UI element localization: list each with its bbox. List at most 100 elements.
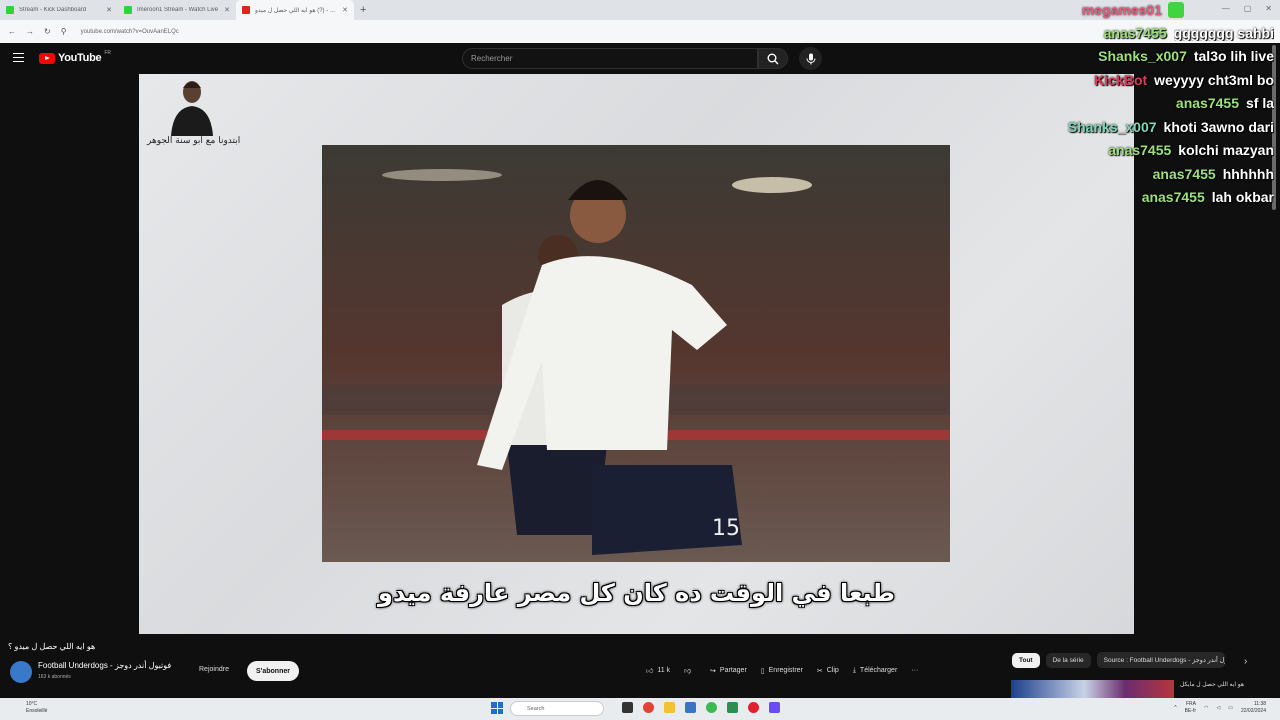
battery-icon[interactable]: ▭	[1228, 705, 1233, 711]
minimize-icon[interactable]: —	[1222, 4, 1230, 13]
subscribe-button[interactable]: S'abonner	[247, 661, 299, 681]
chat-username: megames01	[1081, 2, 1162, 18]
browser-tab[interactable]: Stream - Kick Dashboard ✕	[0, 0, 118, 20]
whatsapp-icon[interactable]	[706, 702, 717, 713]
youtube-logo[interactable]: YouTube FR	[39, 50, 111, 64]
app-icon[interactable]	[727, 702, 738, 713]
more-actions-button[interactable]: ···	[911, 667, 918, 674]
opera-icon[interactable]	[748, 702, 759, 713]
maximize-icon[interactable]: ▢	[1244, 4, 1252, 13]
search-input[interactable]: Rechercher	[462, 48, 758, 69]
chat-message: Shanks_x007 tal3o lih live	[1034, 45, 1274, 69]
search-button[interactable]	[758, 48, 788, 69]
menu-icon[interactable]	[13, 53, 24, 62]
search-placeholder: Rechercher	[471, 54, 513, 63]
chat-text: kolchi mazyan	[1178, 142, 1274, 159]
weather-widget[interactable]: 10°C Ensoleillé	[26, 701, 47, 715]
video-subtitle: طبعا في الوقت ده كان كل مصر عارفة ميدو	[378, 579, 895, 607]
video-frame-photo: 15	[322, 145, 950, 562]
taskbar-apps	[622, 702, 780, 713]
task-view-icon[interactable]	[622, 702, 633, 713]
youtube-icon	[242, 6, 250, 14]
store-icon[interactable]	[685, 702, 696, 713]
close-icon[interactable]: ✕	[342, 6, 348, 14]
bookmark-icon: ▯	[760, 667, 765, 675]
browser-tab-active[interactable]: هو ايه اللي حصل ل ميدو (?) - You ✕	[236, 0, 354, 20]
forward-icon[interactable]: →	[26, 27, 34, 36]
scissors-icon: ✂	[816, 667, 823, 675]
region-code: FR	[104, 50, 111, 56]
download-button[interactable]: ⤓ Télécharger	[853, 667, 897, 675]
voice-search-button[interactable]	[799, 47, 822, 70]
weather-desc: Ensoleillé	[26, 708, 48, 714]
chevron-right-icon[interactable]: ›	[1244, 656, 1247, 667]
close-icon[interactable]: ✕	[224, 6, 230, 14]
recommended-title[interactable]: هو ايه اللي حصل ل مايكل	[1180, 681, 1250, 688]
reload-icon[interactable]: ↻	[44, 27, 51, 36]
chrome-icon[interactable]	[643, 702, 654, 713]
new-tab-button[interactable]: +	[360, 4, 366, 16]
back-icon[interactable]: ←	[8, 27, 16, 36]
tab-label: Imeroon1 Stream - Watch Live	[137, 7, 219, 13]
share-icon: ↪	[710, 667, 716, 675]
download-label: Télécharger	[859, 667, 898, 674]
weather-temp: 10°C	[26, 701, 38, 707]
chat-username: anas7455	[1103, 24, 1167, 41]
chat-message: anas7455 ggggggg sahbi	[1034, 21, 1274, 45]
subscriber-count: 163 k abonnés	[38, 674, 71, 680]
video-player[interactable]: ابتدونا مع ابو سنة الجوهر 15 طبعا في الو…	[139, 74, 1134, 634]
clock[interactable]: 11:38 22/02/2024	[1241, 701, 1266, 715]
volume-icon[interactable]: ◁	[1216, 705, 1220, 711]
chevron-up-icon[interactable]: ^	[1174, 705, 1176, 711]
svg-text:15: 15	[712, 516, 740, 541]
window-controls: — ▢ ✕	[1222, 4, 1272, 13]
clip-label: Clip	[826, 667, 839, 674]
tab-label: Stream - Kick Dashboard	[19, 7, 87, 13]
chat-text: hhhhhh	[1222, 165, 1274, 182]
save-button[interactable]: ▯ Enregistrer	[761, 667, 803, 675]
chat-overlay: anas7455 ggggggg sahbi Shanks_x007 tal3o…	[1034, 21, 1274, 209]
wifi-icon[interactable]: ◠	[1204, 705, 1208, 711]
file-explorer-icon[interactable]	[664, 702, 675, 713]
share-button[interactable]: ↪ Partager	[710, 667, 747, 675]
system-tray: ^ FRA BE-fr ◠ ◁ ▭ 11:38 22/02/2024	[1174, 701, 1266, 715]
chat-message: KickBot weyyyy cht3ml bo	[1034, 68, 1274, 92]
chat-text: weyyyy cht3ml bo	[1154, 71, 1274, 88]
chip-source[interactable]: Source : Football Underdogs - فوتبول أند…	[1096, 652, 1225, 668]
channel-avatar[interactable]	[10, 661, 32, 683]
chat-message: anas7455 lah okbar	[1034, 186, 1274, 210]
kick-icon	[124, 6, 132, 14]
browser-tab[interactable]: Imeroon1 Stream - Watch Live ✕	[118, 0, 236, 20]
chat-text: tal3o lih live	[1193, 48, 1274, 65]
chat-text: khoti 3awno dari	[1163, 118, 1274, 135]
chat-top-user: megames01	[1082, 2, 1184, 18]
like-button[interactable]: 👍︎ 11 k	[646, 666, 670, 675]
chat-message: anas7455 sf la	[1034, 92, 1274, 116]
thumbs-down-icon: 👎︎	[684, 668, 692, 675]
close-window-icon[interactable]: ✕	[1265, 4, 1272, 13]
chip-all[interactable]: Tout	[1012, 652, 1040, 668]
taskbar-search[interactable]: Search	[510, 701, 604, 716]
language-indicator[interactable]: FRA BE-fr	[1185, 701, 1196, 715]
chip-series[interactable]: De la série	[1045, 652, 1091, 668]
recommended-thumbnail[interactable]	[1011, 680, 1174, 700]
download-icon: ⤓	[852, 666, 856, 674]
microphone-icon	[806, 53, 815, 64]
windows-taskbar: 10°C Ensoleillé Search ^ FRA BE-fr ◠ ◁ ▭…	[0, 698, 1280, 720]
lang-code: FRA	[1186, 701, 1196, 707]
youtube-play-icon	[39, 52, 55, 64]
channel-name[interactable]: Football Underdogs - فوتبول أندر دوجز	[38, 661, 171, 670]
video-actions: 👍︎ 11 k 👎︎ ↪ Partager ▯ Enregistrer ✂ Clip ⤓…	[646, 666, 918, 676]
windows-start-icon[interactable]	[491, 702, 503, 714]
join-button[interactable]: Rejoindre	[199, 666, 229, 673]
chat-message: Shanks_x007 khoti 3awno dari	[1034, 115, 1274, 139]
clip-button[interactable]: ✂ Clip	[817, 667, 839, 675]
search-icon	[767, 53, 779, 64]
video-title: هو ايه اللي حصل ل ميدو ؟	[8, 642, 96, 651]
dislike-button[interactable]: 👎︎	[684, 666, 696, 675]
site-info-icon[interactable]: ⚲	[61, 27, 67, 36]
share-label: Partager	[719, 667, 747, 674]
app-icon[interactable]	[769, 702, 780, 713]
close-icon[interactable]: ✕	[106, 6, 112, 14]
url-field[interactable]: youtube.com/watch?v=OuvAanELQc	[81, 29, 179, 35]
